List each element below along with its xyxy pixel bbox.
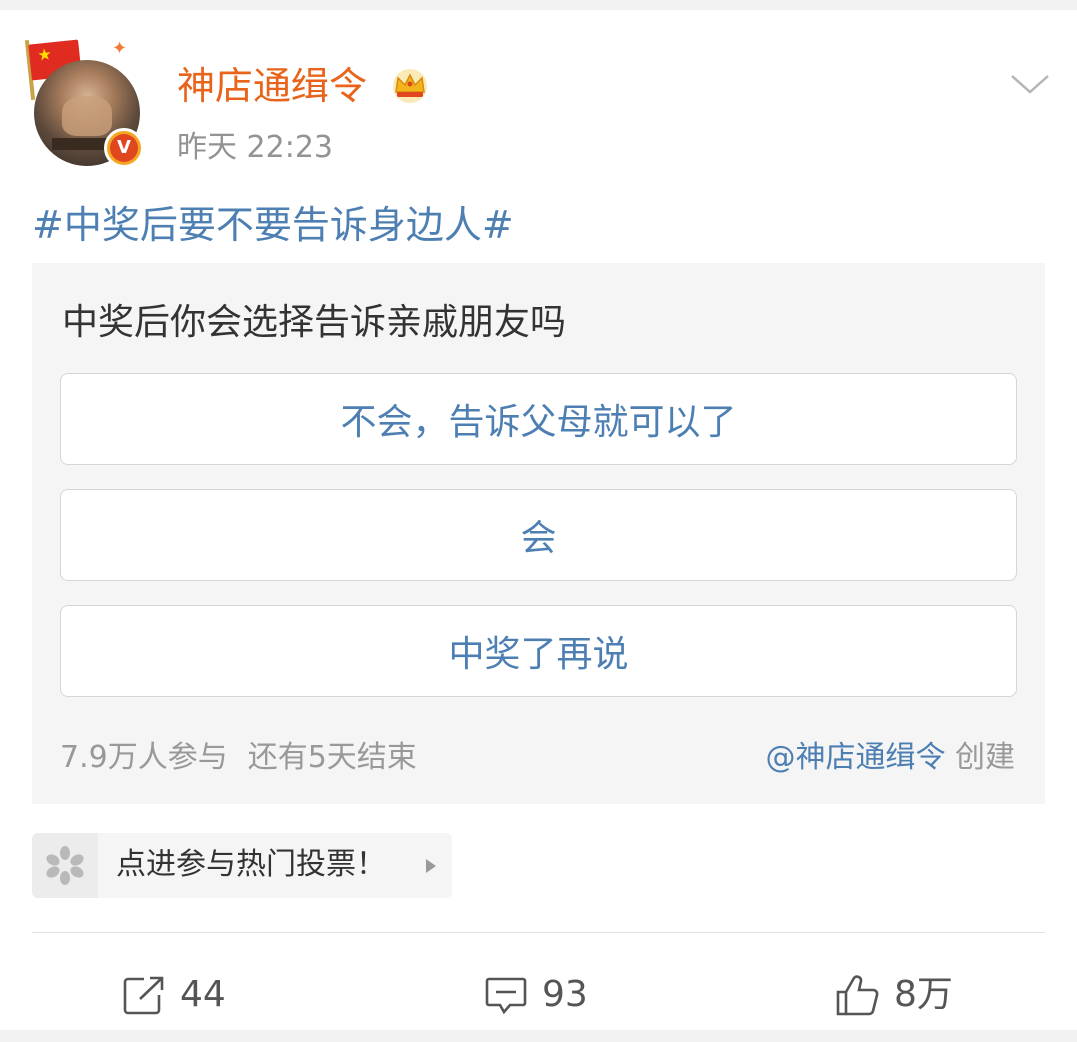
comment-count: 93 [542, 974, 588, 1015]
like-button[interactable]: 8万 [834, 960, 953, 1030]
bird-decoration-icon: ✦ [112, 38, 128, 59]
chevron-down-icon[interactable] [1008, 70, 1052, 98]
topic-hashtag-link[interactable]: #中奖后要不要告诉身边人# [32, 200, 514, 250]
poll-created-label: 创建 [955, 740, 1015, 775]
poll-option-1[interactable]: 不会，告诉父母就可以了 [60, 373, 1017, 465]
weibo-post-card: ★ ✦ V 神店通缉令 昨天 22:23 #中奖后要不要告诉身边人# 中奖后你会… [0, 10, 1077, 1030]
comment-icon [485, 977, 527, 1015]
hot-vote-label: 点进参与热门投票！ [116, 847, 386, 882]
like-count: 8万 [894, 974, 953, 1015]
share-icon [123, 976, 164, 1015]
poll-time-left: 还有5天结束 [247, 740, 417, 775]
thumbs-up-icon [836, 975, 879, 1016]
caret-right-icon [426, 859, 436, 873]
verified-badge-icon: V [104, 128, 144, 168]
poll-creator-link[interactable]: @神店通缉令 [765, 740, 945, 775]
hot-vote-link[interactable]: 点进参与热门投票！ [32, 833, 452, 898]
poll-card: 中奖后你会选择告诉亲戚朋友吗 不会，告诉父母就可以了 会 中奖了再说 7.9万人… [32, 263, 1045, 804]
poll-stats: 7.9万人参与 还有5天结束 [60, 738, 417, 778]
poll-participants: 7.9万人参与 [60, 740, 228, 775]
avatar[interactable]: ★ ✦ V [24, 38, 152, 168]
repost-button[interactable]: 44 [122, 960, 226, 1030]
repost-count: 44 [180, 974, 226, 1015]
poll-question: 中奖后你会选择告诉亲戚朋友吗 [62, 302, 567, 343]
flower-icon [46, 846, 84, 885]
crown-icon[interactable] [388, 66, 432, 104]
comment-button[interactable]: 93 [484, 960, 588, 1030]
divider [32, 932, 1045, 933]
poll-creator-info: @神店通缉令 创建 [765, 738, 1015, 778]
post-timestamp: 昨天 22:23 [177, 130, 333, 165]
username[interactable]: 神店通缉令 [177, 58, 367, 114]
poll-option-2[interactable]: 会 [60, 489, 1017, 581]
poll-option-3[interactable]: 中奖了再说 [60, 605, 1017, 697]
